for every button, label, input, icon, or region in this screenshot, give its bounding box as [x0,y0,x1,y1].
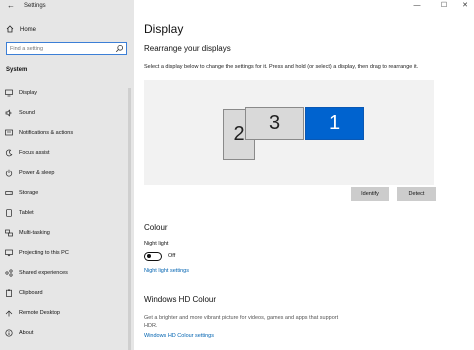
notifications-icon [5,129,13,136]
hd-colour-settings-link[interactable]: Windows HD Colour settings [144,333,214,340]
monitor-3[interactable]: 3 [245,107,304,140]
section-title: System [6,67,28,73]
sidebar-item-label: Storage [19,190,39,196]
hd-colour-description: Get a brighter and more vibrant picture … [144,315,339,329]
sidebar-item-notifications[interactable]: Notifications & actions [0,125,134,141]
home-nav-item[interactable]: Home [6,25,116,35]
sidebar-item-label: Focus assist [19,150,50,156]
sidebar-item-label: About [19,330,34,336]
clipboard-icon [6,289,12,297]
sidebar-item-label: Power & sleep [19,170,55,176]
shared-experiences-icon [5,269,13,277]
storage-icon [5,191,13,195]
rearrange-description: Select a display below to change the set… [144,64,419,70]
search-icon[interactable] [115,44,124,53]
night-light-toggle[interactable] [144,252,162,261]
power-icon [5,169,13,177]
hd-colour-heading: Windows HD Colour [144,295,217,304]
page-title: Display [144,22,184,36]
multitasking-icon [5,229,13,237]
identify-button[interactable]: Identify [351,187,389,201]
sidebar-item-label: Multi-tasking [19,230,50,236]
sidebar-item-label: Sound [19,110,35,116]
sidebar-item-label: Projecting to this PC [19,250,69,256]
search-box[interactable] [6,42,127,55]
window-title: Settings [24,3,46,9]
focus-assist-icon [5,149,13,157]
sidebar-item-remote-desktop[interactable]: Remote Desktop [0,305,134,321]
search-input[interactable] [10,44,110,53]
tablet-icon [6,209,12,217]
sound-icon [5,109,12,117]
colour-heading: Colour [144,223,168,232]
detect-button[interactable]: Detect [397,187,436,201]
sidebar-item-sound[interactable]: Sound [0,105,134,121]
night-light-settings-link[interactable]: Night light settings [144,268,189,275]
sidebar-item-label: Remote Desktop [19,310,60,316]
toggle-knob [147,254,151,259]
sidebar-item-label: Notifications & actions [19,130,74,136]
monitor-1[interactable]: 1 [305,107,364,140]
remote-desktop-icon [5,310,13,317]
back-arrow-icon[interactable]: ← [7,1,15,11]
sidebar-item-label: Shared experiences [19,270,68,276]
night-light-state: Off [168,253,176,259]
main-content: Display Rearrange your displays Select a… [134,0,474,350]
night-light-label: Night light [144,241,169,247]
sidebar-item-power[interactable]: Power & sleep [0,165,134,181]
sidebar-item-tablet[interactable]: Tablet [0,205,134,221]
home-label: Home [20,27,37,33]
sidebar-item-label: Clipboard [19,290,43,296]
sidebar-item-label: Display [19,90,38,96]
sidebar-item-about[interactable]: About [0,325,134,341]
sidebar-item-label: Tablet [19,210,34,216]
sidebar: Home System Display Sound Notifications … [0,12,134,350]
sidebar-item-projecting[interactable]: Projecting to this PC [0,245,134,261]
sidebar-item-display[interactable]: Display [0,85,134,101]
about-icon [5,329,13,337]
sidebar-item-clipboard[interactable]: Clipboard [0,285,134,301]
display-icon [5,89,13,97]
sidebar-item-focus-assist[interactable]: Focus assist [0,145,134,161]
sidebar-item-storage[interactable]: Storage [0,185,134,201]
sidebar-scrollbar[interactable] [128,88,131,350]
home-icon [6,25,14,33]
sidebar-item-shared-experiences[interactable]: Shared experiences [0,265,134,281]
rearrange-heading: Rearrange your displays [144,44,231,53]
sidebar-item-multitasking[interactable]: Multi-tasking [0,225,134,241]
projecting-icon [5,249,13,257]
title-bar-left-background [0,0,134,12]
display-arrangement-area[interactable]: 2 3 1 [144,80,434,185]
